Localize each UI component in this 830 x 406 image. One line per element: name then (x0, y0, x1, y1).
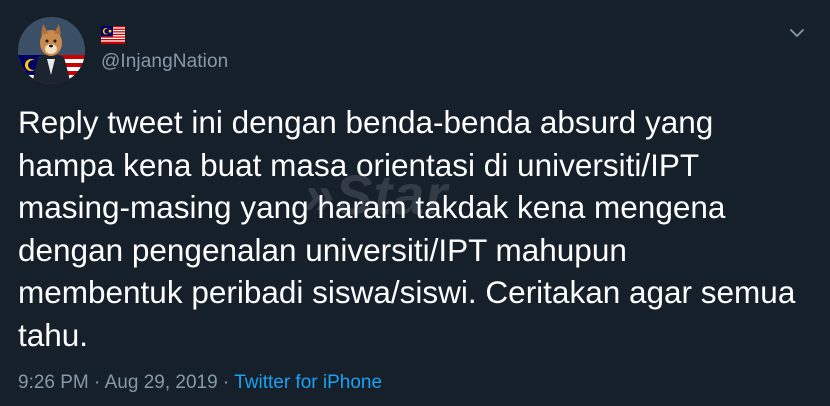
tweet-meta: 9:26 PM · Aug 29, 2019 · Twitter for iPh… (18, 372, 382, 394)
tweet-source-link[interactable]: Twitter for iPhone (234, 372, 382, 393)
user-handle[interactable]: @InjangNation (101, 51, 228, 73)
chevron-down-icon[interactable] (786, 22, 808, 44)
avatar-image (18, 17, 85, 84)
meta-separator: · (88, 372, 105, 393)
avatar[interactable] (18, 17, 85, 84)
tweet-time[interactable]: 9:26 PM (18, 372, 89, 393)
tweet-text: Reply tweet ini dengan benda-benda absur… (18, 104, 796, 353)
meta-separator: · (217, 372, 235, 393)
malaysia-flag-icon (101, 26, 125, 44)
tweet-card: @InjangNation Reply tweet ini dengan ben… (0, 0, 830, 406)
tweet-date[interactable]: Aug 29, 2019 (105, 372, 218, 393)
